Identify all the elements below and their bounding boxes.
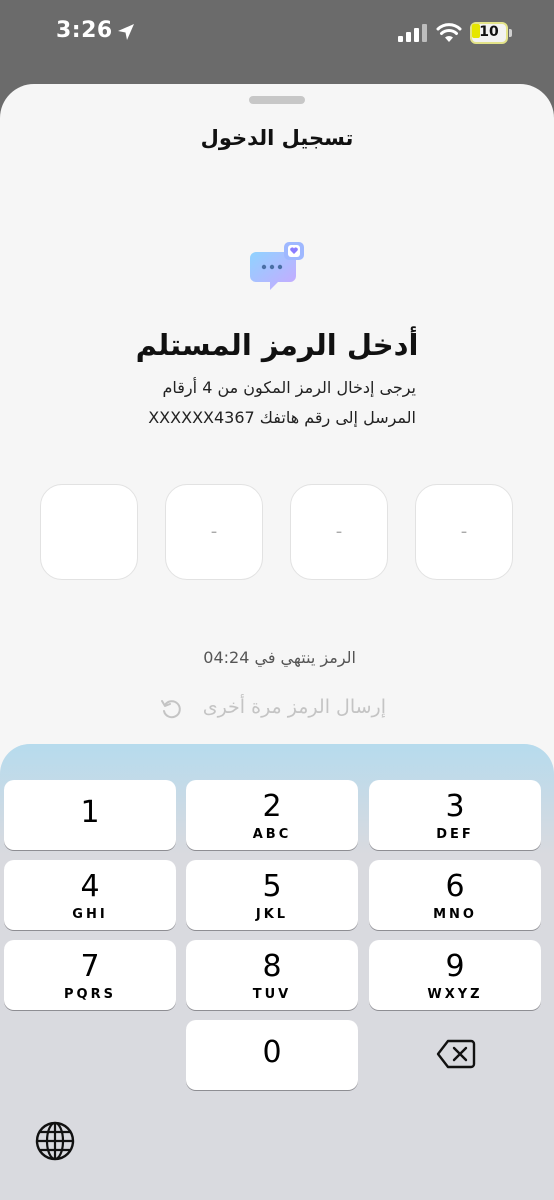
key-7[interactable]: 7 PQRS xyxy=(4,940,176,1010)
key-letters: GHI xyxy=(72,907,108,922)
chat-bubble-icon xyxy=(250,242,304,290)
key-letters: PQRS xyxy=(64,987,116,1002)
wifi-icon xyxy=(436,23,462,42)
key-letters: TUV xyxy=(252,987,292,1002)
key-number: 5 xyxy=(262,869,282,904)
key-letters: MNO xyxy=(433,907,477,922)
sheet-grabber[interactable] xyxy=(249,96,305,104)
sheet-title: تسجيل الدخول xyxy=(200,126,354,150)
key-1[interactable]: 1 xyxy=(4,780,176,850)
key-8[interactable]: 8 TUV xyxy=(186,940,358,1010)
key-letters: ABC xyxy=(252,827,292,842)
status-time: 3:26 xyxy=(56,18,113,43)
key-3[interactable]: 3 DEF xyxy=(369,780,541,850)
otp-digit-box-4[interactable]: - xyxy=(415,484,513,580)
cellular-signal-icon xyxy=(398,24,427,42)
key-letters: DEF xyxy=(436,827,474,842)
otp-instruction-line2: المرسل إلى رقم هاتفك XXXXXX4367 xyxy=(148,408,416,427)
key-number: 3 xyxy=(445,789,465,824)
key-9[interactable]: 9 WXYZ xyxy=(369,940,541,1010)
key-4[interactable]: 4 GHI xyxy=(4,860,176,930)
otp-digit-box-3[interactable]: - xyxy=(290,484,388,580)
key-letters: WXYZ xyxy=(427,987,483,1002)
battery-indicator: 10 xyxy=(470,22,512,44)
location-arrow-icon xyxy=(118,24,134,40)
key-2[interactable]: 2 ABC xyxy=(186,780,358,850)
resend-code-button[interactable]: إرسال الرمز مرة أخرى xyxy=(203,696,386,718)
key-5[interactable]: 5 JKL xyxy=(186,860,358,930)
globe-icon[interactable] xyxy=(34,1120,76,1162)
refresh-icon xyxy=(161,700,181,719)
otp-heading: أدخل الرمز المستلم xyxy=(135,328,419,362)
key-number: 8 xyxy=(262,949,282,984)
key-number: 7 xyxy=(80,949,100,984)
key-6[interactable]: 6 MNO xyxy=(369,860,541,930)
key-letters: JKL xyxy=(255,907,289,922)
key-number: 6 xyxy=(445,869,465,904)
key-number: 0 xyxy=(262,1035,282,1070)
key-number: 2 xyxy=(262,789,282,824)
battery-level: 10 xyxy=(479,24,499,40)
numeric-keypad: 1 2 ABC 3 DEF 4 GHI 5 JKL 6 MNO 7 PQRS 8… xyxy=(0,744,554,1200)
key-number: 4 xyxy=(80,869,100,904)
otp-digit-box-2[interactable]: - xyxy=(165,484,263,580)
key-number: 9 xyxy=(445,949,465,984)
otp-instruction-line1: يرجى إدخال الرمز المكون من 4 أرقام xyxy=(162,378,417,397)
otp-digit-box-1[interactable] xyxy=(40,484,138,580)
status-bar: 3:26 10 xyxy=(0,0,554,70)
key-number: 1 xyxy=(80,795,100,830)
key-0[interactable]: 0 xyxy=(186,1020,358,1090)
delete-backspace-icon[interactable] xyxy=(436,1038,476,1070)
otp-expiry-timer: الرمز ينتهي في 04:24 xyxy=(203,648,356,667)
